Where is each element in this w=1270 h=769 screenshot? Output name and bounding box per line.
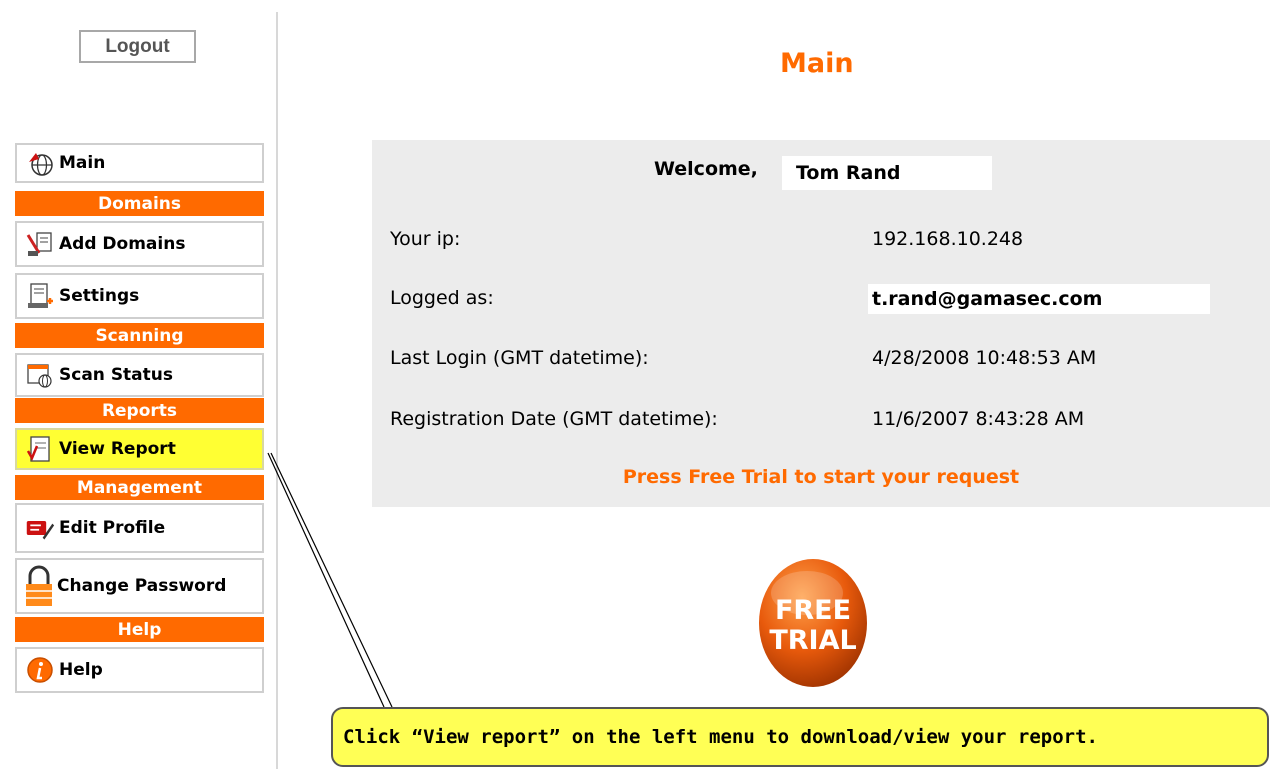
scan-status-icon: [25, 360, 55, 390]
sidebar-item-add-domains[interactable]: Add Domains: [15, 221, 264, 267]
add-domain-icon: [25, 229, 55, 259]
section-management: Management: [15, 475, 264, 500]
sidebar-item-label: Change Password: [57, 576, 227, 596]
info-icon: [25, 655, 55, 685]
sidebar-item-label: Settings: [59, 286, 140, 306]
last-login-value: 4/28/2008 10:48:53 AM: [872, 347, 1097, 369]
edit-profile-icon: [25, 513, 55, 543]
sidebar-item-label: Add Domains: [59, 234, 186, 254]
sidebar-divider: [276, 12, 278, 769]
section-domains: Domains: [15, 191, 264, 216]
free-trial-prompt: Press Free Trial to start your request: [622, 466, 1020, 488]
registration-date-value: 11/6/2007 8:43:28 AM: [872, 408, 1085, 430]
sidebar-item-edit-profile[interactable]: Edit Profile: [15, 503, 264, 553]
sidebar-item-label: Main: [59, 153, 106, 173]
logged-as-label: Logged as:: [390, 287, 494, 309]
sidebar-item-change-password[interactable]: Change Password: [15, 558, 264, 614]
free-trial-line1: FREE: [775, 595, 851, 626]
sidebar-item-label: Scan Status: [59, 365, 174, 385]
report-icon: [25, 434, 55, 464]
ip-value: 192.168.10.248: [872, 228, 1024, 250]
free-trial-line2: TRIAL: [769, 625, 856, 656]
sidebar-item-settings[interactable]: Settings: [15, 273, 264, 319]
sidebar-item-main[interactable]: Main: [15, 143, 264, 183]
account-info-panel: Welcome, Tom Rand Your ip: 192.168.10.24…: [372, 140, 1270, 507]
sidebar-item-help[interactable]: Help: [15, 647, 264, 693]
sidebar-item-scan-status[interactable]: Scan Status: [15, 353, 264, 397]
sidebar-item-label: Help: [59, 660, 103, 680]
logged-as-value: t.rand@gamasec.com: [868, 284, 1210, 314]
settings-icon: [25, 281, 55, 311]
free-trial-button[interactable]: FREE TRIAL: [757, 553, 869, 688]
page-title: Main: [780, 48, 854, 79]
section-help: Help: [15, 617, 264, 642]
sidebar-item-label: Edit Profile: [59, 518, 166, 538]
registration-date-label: Registration Date (GMT datetime):: [390, 408, 718, 430]
welcome-label: Welcome,: [654, 158, 758, 180]
section-reports: Reports: [15, 398, 264, 423]
last-login-label: Last Login (GMT datetime):: [390, 347, 649, 369]
section-scanning: Scanning: [15, 323, 264, 348]
sidebar-item-view-report[interactable]: View Report: [15, 428, 264, 470]
logout-button[interactable]: Logout: [79, 30, 196, 63]
user-name: Tom Rand: [782, 156, 992, 190]
instruction-callout: Click “View report” on the left menu to …: [331, 707, 1269, 767]
lock-icon: [23, 564, 55, 608]
ip-label: Your ip:: [390, 228, 461, 250]
sidebar-item-label: View Report: [59, 439, 176, 459]
globe-arrow-icon: [25, 148, 55, 178]
